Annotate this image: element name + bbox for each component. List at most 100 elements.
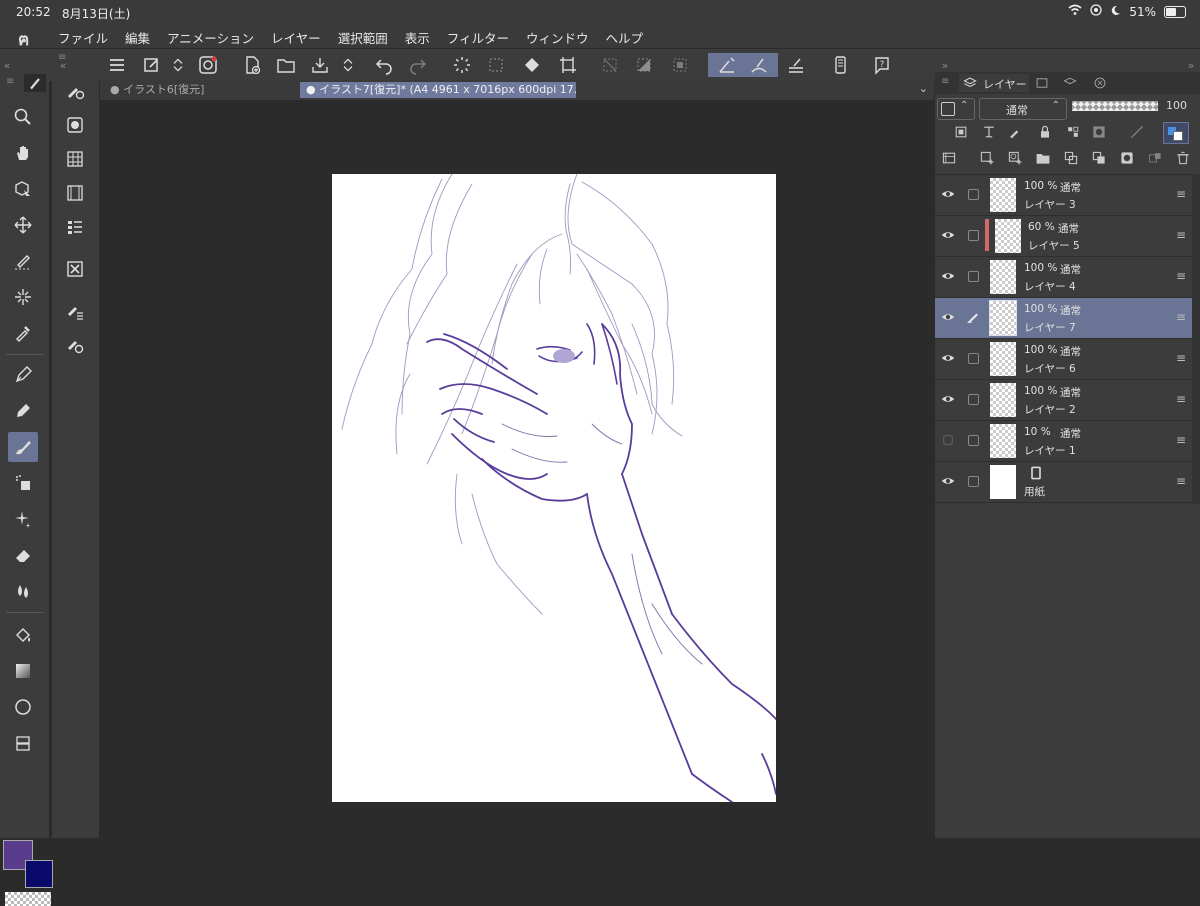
palette-menu-icon[interactable]: ≡ [6, 76, 14, 87]
loading-spinner-icon[interactable] [450, 53, 474, 77]
opacity-value[interactable]: 100 [1166, 99, 1187, 112]
eraser-tool-icon[interactable] [8, 540, 38, 570]
sub-color-swatch[interactable] [25, 860, 53, 888]
subtool-brush-list-icon[interactable] [60, 296, 90, 326]
menu-filter[interactable]: フィルター [447, 28, 509, 47]
opacity-slider[interactable] [1072, 101, 1158, 111]
redo-icon[interactable] [406, 53, 430, 77]
airbrush-tool-icon[interactable] [8, 468, 38, 498]
smartphone-icon[interactable] [828, 53, 852, 77]
layer-drag-handle-icon[interactable]: ≡ [1176, 310, 1186, 324]
subtool-circle-icon[interactable] [60, 110, 90, 140]
layer-drag-handle-icon[interactable]: ≡ [1176, 392, 1186, 406]
pencil-tool-icon[interactable] [8, 396, 38, 426]
subtool-settings-icon[interactable] [60, 76, 90, 106]
reference-layer-icon[interactable] [981, 124, 997, 140]
auto-select-icon[interactable] [8, 282, 38, 312]
subtool-brush-settings-icon[interactable] [60, 330, 90, 360]
layer-select-checkbox[interactable] [968, 230, 979, 241]
subtool-menu-icon[interactable]: ≡ [58, 52, 66, 63]
layer-row[interactable]: 100 % 通常 レイヤー 2 ≡ [935, 380, 1192, 421]
transfer-layer-icon[interactable] [1091, 150, 1107, 166]
select-all-icon[interactable] [668, 53, 692, 77]
layer-row[interactable]: 60 % 通常 レイヤー 5 ≡ [935, 216, 1192, 257]
new-file-icon[interactable] [240, 53, 264, 77]
blend-tool-icon[interactable] [8, 576, 38, 606]
open-folder-icon[interactable] [274, 53, 298, 77]
layer-select-checkbox[interactable] [968, 435, 979, 446]
zoom-tool-icon[interactable] [8, 102, 38, 132]
layer-drag-handle-icon[interactable]: ≡ [1176, 351, 1186, 365]
layer-color-selector[interactable]: ⌃ [937, 98, 975, 120]
layer-menu-icon[interactable] [941, 150, 957, 166]
layer-drag-handle-icon[interactable]: ≡ [1176, 187, 1186, 201]
pen-tab-icon[interactable] [24, 74, 46, 92]
tab-illust6[interactable]: ● イラスト6[復元] [104, 82, 206, 98]
layer-select-checkbox[interactable] [968, 476, 979, 487]
drawing-canvas[interactable] [332, 173, 777, 803]
subtool-grid-icon[interactable] [60, 144, 90, 174]
fill-tool-icon[interactable] [8, 620, 38, 650]
save-options-icon[interactable] [340, 53, 356, 77]
transform-icon[interactable] [484, 53, 508, 77]
hand-tool-icon[interactable] [8, 138, 38, 168]
ruler-layer-icon[interactable] [1129, 124, 1145, 140]
subtool-delete-icon[interactable] [60, 254, 90, 284]
layer-select-checkbox[interactable] [968, 353, 979, 364]
menu-layer[interactable]: レイヤー [271, 28, 321, 47]
delete-layer-icon[interactable] [1175, 150, 1191, 166]
menu-selection[interactable]: 選択範囲 [338, 28, 388, 47]
layer-select-checkbox[interactable] [968, 394, 979, 405]
layer-row[interactable]: 100 % 通常 レイヤー 3 ≡ [935, 175, 1192, 216]
selection-pen-icon[interactable] [8, 246, 38, 276]
layer-drag-handle-icon[interactable]: ≡ [1176, 474, 1186, 488]
decoration-tool-icon[interactable] [8, 504, 38, 534]
undo-icon[interactable] [372, 53, 396, 77]
color-mode-toggle[interactable] [1163, 122, 1189, 144]
mask-icon[interactable] [1091, 124, 1107, 140]
layer-drag-handle-icon[interactable]: ≡ [1176, 269, 1186, 283]
eye-icon[interactable] [941, 310, 955, 324]
hamburger-menu-icon[interactable] [104, 53, 130, 77]
layer-select-checkbox[interactable] [968, 189, 979, 200]
tab-dropdown-icon[interactable]: ⌄ [919, 82, 928, 95]
gradient-tool-icon[interactable] [8, 656, 38, 686]
brush-tool-icon[interactable] [8, 432, 38, 462]
new-raster-layer-icon[interactable] [979, 150, 995, 166]
snap-special-ruler-icon[interactable] [784, 53, 808, 77]
invert-selection-icon[interactable] [632, 53, 656, 77]
tab-illust7[interactable]: ● イラスト7[復元]* (A4 4961 x 7016px 600dpi 17… [300, 82, 576, 98]
lock-transparent-icon[interactable] [1065, 124, 1081, 140]
layer-row[interactable]: 10 % 通常 レイヤー 1 ≡ [935, 421, 1192, 462]
eye-icon[interactable] [941, 269, 955, 283]
transparent-color-swatch[interactable] [5, 892, 51, 906]
layer-property-tab-icon[interactable] [1035, 75, 1049, 94]
clip-layer-icon[interactable] [953, 124, 969, 140]
menu-window[interactable]: ウィンドウ [526, 28, 589, 47]
figure-tool-icon[interactable] [8, 692, 38, 722]
save-icon[interactable] [308, 53, 332, 77]
layer-search-tab-icon[interactable] [1063, 75, 1077, 94]
updown-icon[interactable] [170, 53, 186, 77]
eye-icon[interactable] [941, 228, 955, 242]
fill-icon[interactable] [520, 53, 544, 77]
eye-icon[interactable] [941, 351, 955, 365]
menu-animation[interactable]: アニメーション [167, 28, 254, 47]
eye-icon[interactable] [941, 392, 955, 406]
layer-row[interactable]: 100 % 通常 レイヤー 4 ≡ [935, 257, 1192, 298]
help-icon[interactable]: ? [870, 53, 894, 77]
clear-selection-icon[interactable] [598, 53, 622, 77]
layer-drag-handle-icon[interactable]: ≡ [1176, 228, 1186, 242]
cloud-sync-icon[interactable] [196, 53, 220, 77]
object-tool-icon[interactable] [8, 174, 38, 204]
subtool-list-icon[interactable] [60, 212, 90, 242]
eye-hidden-icon[interactable] [941, 433, 955, 447]
layer-select-checkbox[interactable] [968, 271, 979, 282]
layer-drag-handle-icon[interactable]: ≡ [1176, 433, 1186, 447]
layer-mask-icon[interactable] [1119, 150, 1135, 166]
layer-scrollbar[interactable] [1192, 174, 1200, 504]
eye-icon[interactable] [941, 187, 955, 201]
menu-edit[interactable]: 編集 [125, 28, 150, 47]
menu-view[interactable]: 表示 [405, 28, 430, 47]
eyedropper-tool-icon[interactable] [8, 318, 38, 348]
